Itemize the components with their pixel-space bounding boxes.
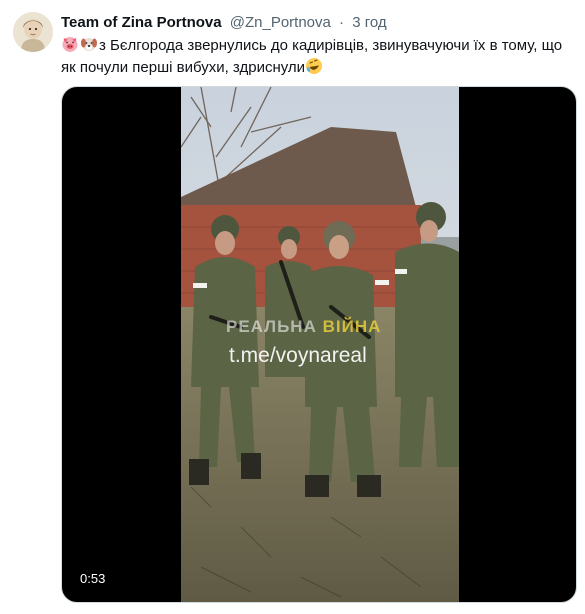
avatar-portrait-icon (13, 12, 53, 52)
user-handle[interactable]: @Zn_Portnova (230, 14, 331, 31)
video-watermark: РЕАЛЬНА ВІЙНА t.me/voynareal (181, 87, 459, 602)
watermark-link: t.me/voynareal (229, 344, 367, 367)
video-player[interactable]: РЕАЛЬНА ВІЙНА t.me/voynareal 0:53 (61, 86, 577, 603)
watermark-title-left: РЕАЛЬНА (226, 317, 317, 336)
avatar[interactable] (13, 12, 53, 52)
watermark-title: РЕАЛЬНА ВІЙНА (226, 317, 426, 337)
tweet[interactable]: Team of Zina Portnova @Zn_Portnova · 3 г… (0, 0, 585, 614)
tweet-text: з Бєлгорода звернулись до кадирівців, зв… (61, 35, 576, 79)
pig-face-emoji-icon (62, 37, 78, 52)
rolling-on-floor-laughing-emoji-icon (306, 58, 323, 74)
separator-dot: · (339, 14, 345, 31)
dog-face-emoji-icon (81, 38, 97, 51)
timestamp[interactable]: 3 год (352, 14, 386, 31)
video-duration-badge: 0:53 (75, 570, 111, 587)
display-name[interactable]: Team of Zina Portnova (61, 14, 222, 31)
tweet-header: Team of Zina Portnova @Zn_Portnova · 3 г… (61, 13, 387, 33)
watermark-title-right: ВІЙНА (322, 317, 382, 336)
